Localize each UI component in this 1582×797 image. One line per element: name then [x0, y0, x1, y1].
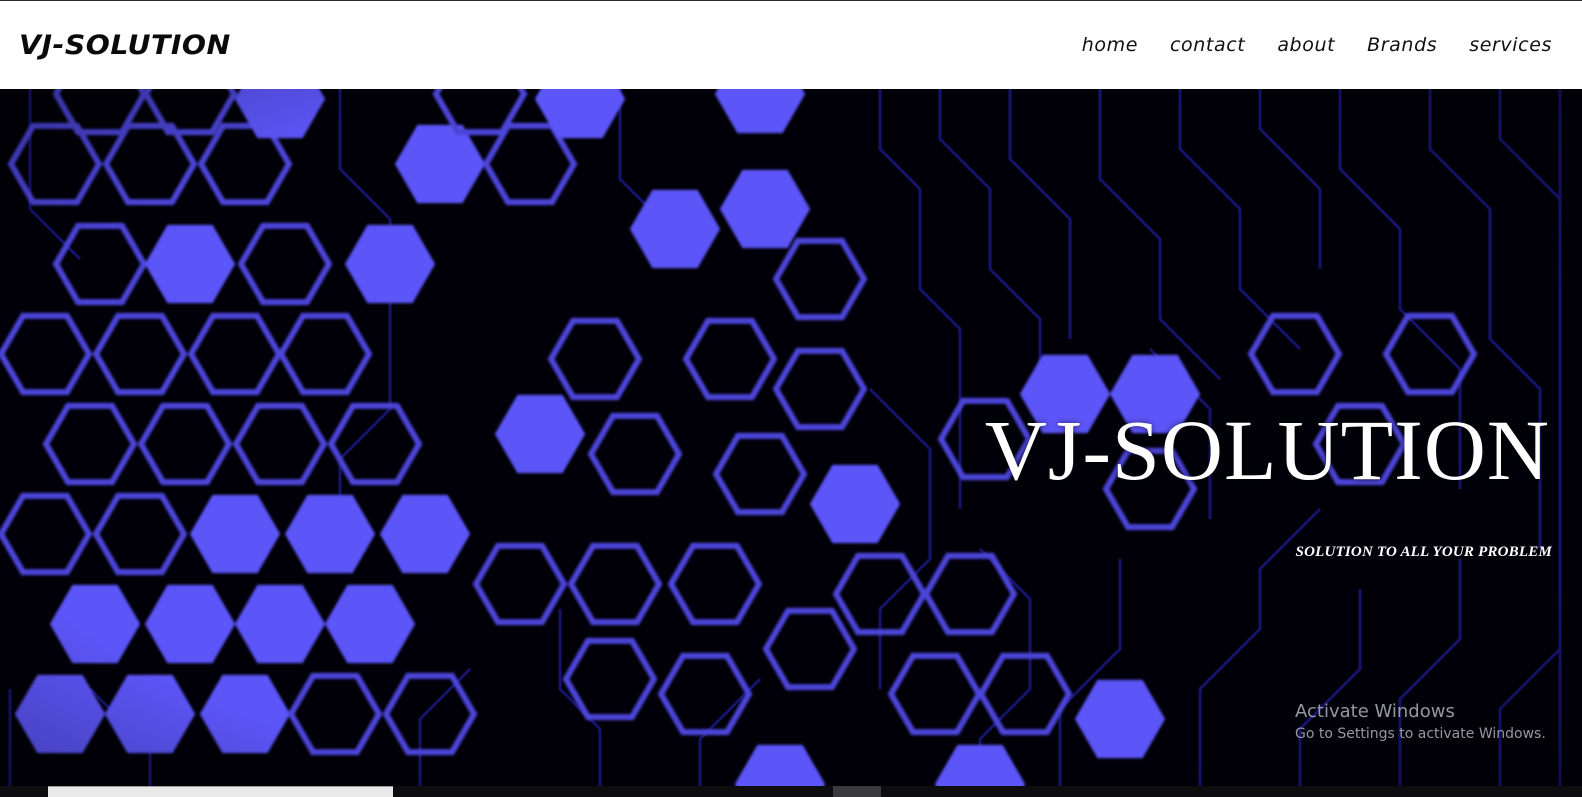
nav-link-contact[interactable]: contact [1170, 34, 1245, 56]
nav-link-about[interactable]: about [1277, 34, 1335, 56]
nav-item-brands: Brands [1367, 34, 1437, 56]
hero-title: VJ-SOLUTION [984, 402, 1550, 498]
hero-section: VJ-SOLUTION SOLUTION TO ALL YOUR PROBLEM [0, 89, 1582, 786]
taskbar-search-box[interactable] [48, 786, 393, 797]
nav-item-services: services [1469, 34, 1552, 56]
nav-menu: home contact about Brands services [1082, 34, 1552, 56]
taskbar [0, 786, 1582, 797]
nav-link-home[interactable]: home [1082, 34, 1138, 56]
hero-tagline: SOLUTION TO ALL YOUR PROBLEM [1295, 544, 1552, 560]
taskbar-app-button[interactable] [833, 786, 881, 797]
top-navbar: VJ-SOLUTION home contact about Brands se… [0, 1, 1582, 89]
nav-link-services[interactable]: services [1469, 34, 1552, 56]
activate-windows-watermark: Activate Windows Go to Settings to activ… [1295, 701, 1546, 742]
watermark-title: Activate Windows [1295, 701, 1455, 722]
nav-item-about: about [1277, 34, 1335, 56]
page: VJ-SOLUTION home contact about Brands se… [0, 0, 1582, 797]
nav-link-brands[interactable]: Brands [1367, 34, 1437, 56]
nav-item-home: home [1082, 34, 1138, 56]
nav-item-contact: contact [1170, 34, 1245, 56]
brand-logo[interactable]: VJ-SOLUTION [19, 30, 231, 61]
watermark-subtitle: Go to Settings to activate Windows. [1295, 726, 1546, 742]
